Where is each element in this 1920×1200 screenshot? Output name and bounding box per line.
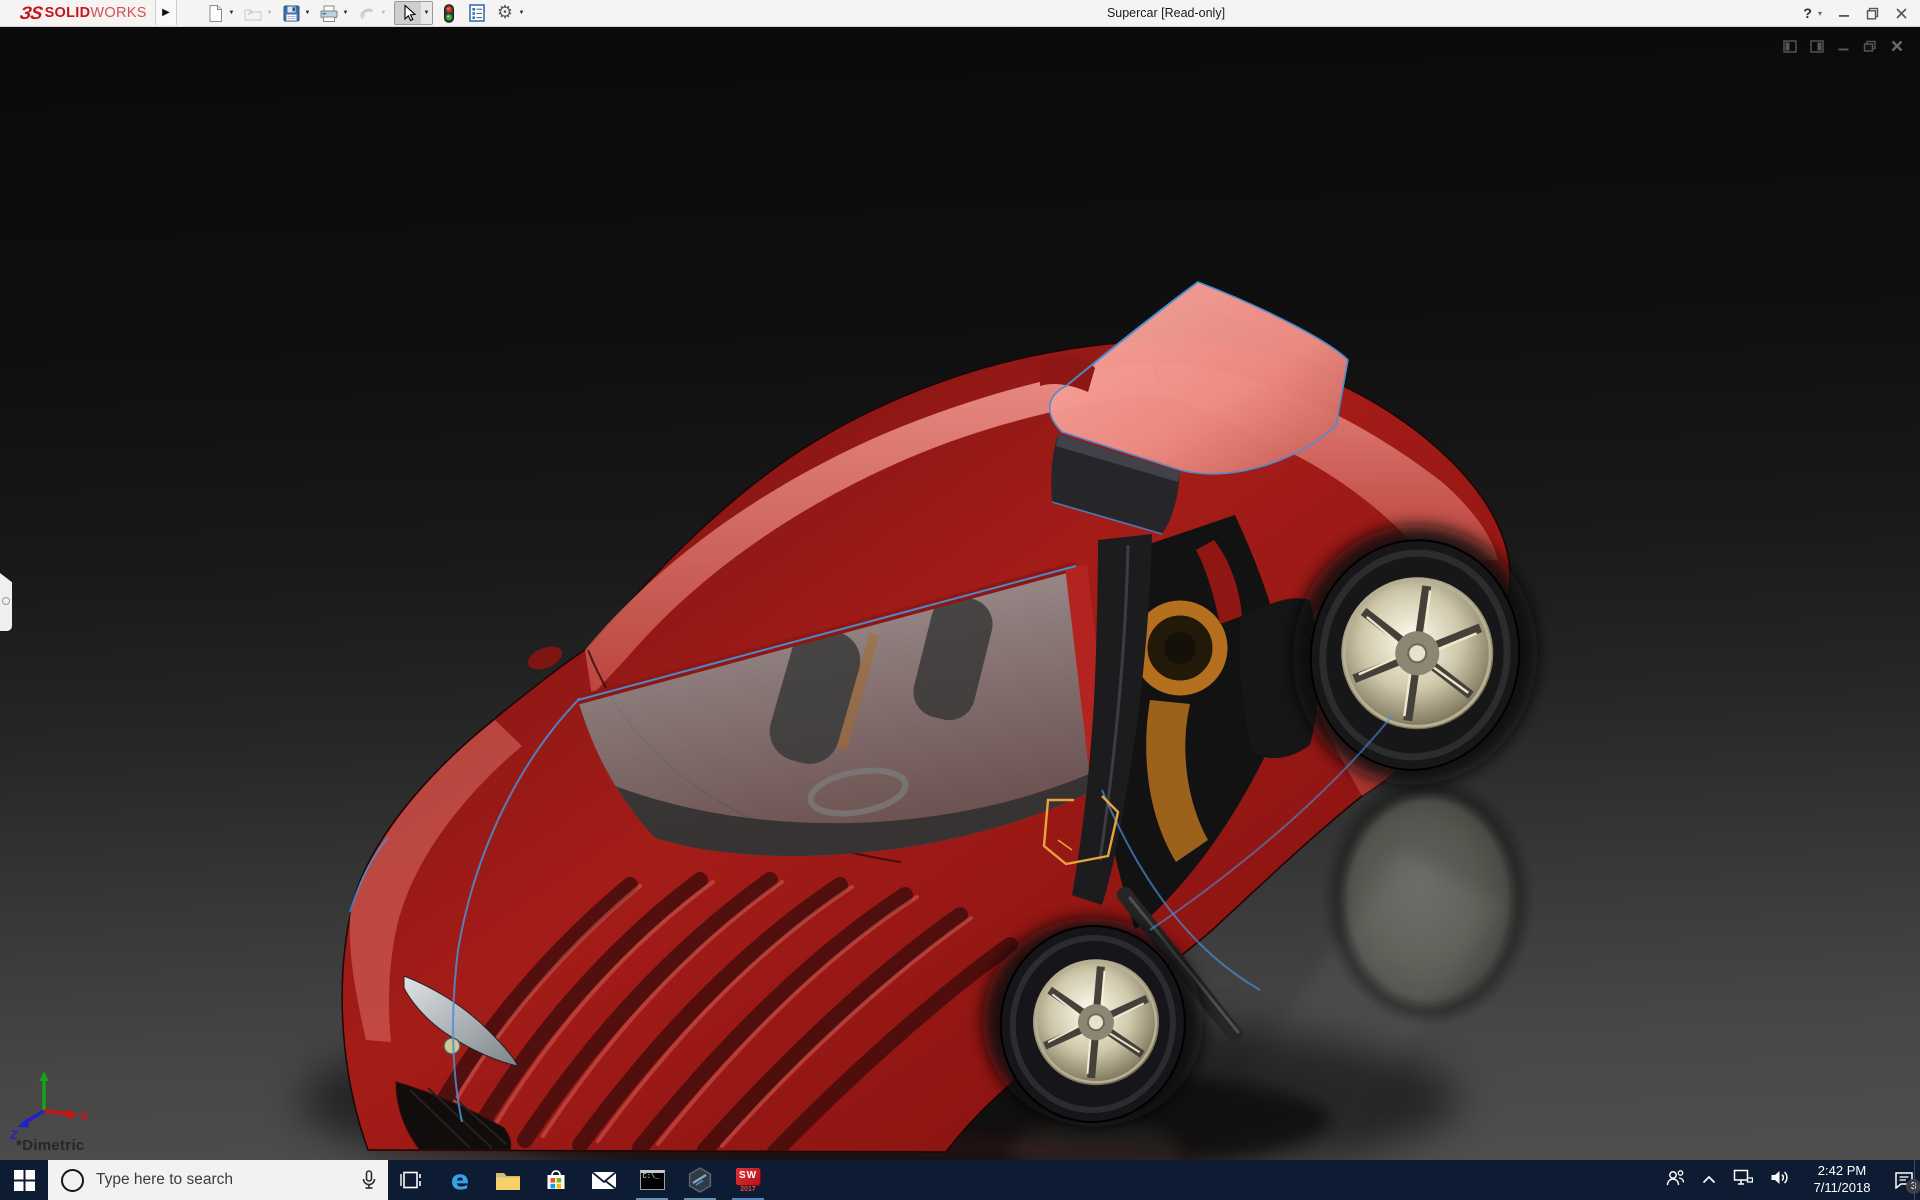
save-button[interactable] [280,2,302,24]
undo-icon [358,5,377,21]
clock-time: 2:42 PM [1807,1163,1877,1180]
select-caret[interactable]: ▼ [421,2,432,24]
solidworks-2017-icon: SW 2017 [736,1168,760,1193]
rebuild-button[interactable] [438,2,460,24]
start-button[interactable] [0,1160,48,1200]
close-document-button[interactable] [1890,39,1904,53]
minimize-document-button[interactable] [1837,40,1850,53]
command-prompt-icon: C:\_ [640,1170,665,1190]
edrawings-button[interactable] [676,1160,724,1200]
system-tray: 2:42 PM 7/11/2018 3 [1665,1160,1914,1200]
minimize-icon [1838,7,1850,19]
restore-button[interactable] [1866,7,1879,20]
select-arrow-icon [400,4,417,22]
document-title: Supercar [Read-only] [1107,0,1225,26]
app-titlebar: ЗS SOLIDWORKS ▶ ▼ ▼ ▼ ▼ ▼ [0,0,1920,27]
flyout-arrow-icon: ▶ [162,7,170,18]
open-icon [244,5,263,22]
options-caret[interactable]: ▼ [516,10,527,16]
mail-button[interactable] [580,1160,628,1200]
quick-access-toolbar: ▼ ▼ ▼ ▼ ▼ ▼ [204,0,532,26]
gear-icon: ⚙ [497,4,513,22]
command-prompt-button[interactable]: C:\_ [628,1160,676,1200]
dassault-logo-icon: ЗS [18,3,43,24]
solidworks-logo: ЗS SOLIDWORKS [20,0,147,26]
file-properties-icon [469,4,485,22]
close-button[interactable] [1895,7,1908,20]
search-placeholder: Type here to search [96,1171,233,1189]
edge-button[interactable]: e [436,1160,484,1200]
new-document-button[interactable] [204,2,226,24]
new-document-icon [207,4,224,23]
options-button[interactable]: ⚙ [494,2,516,24]
mail-icon [591,1171,617,1190]
action-center-icon[interactable]: 3 [1894,1171,1914,1189]
file-properties-button[interactable] [466,2,488,24]
undo-caret[interactable]: ▼ [378,10,389,16]
help-button[interactable]: ? [1803,5,1812,21]
edge-icon: e [451,1167,469,1194]
solidworks-2017-button[interactable]: SW 2017 [724,1160,772,1200]
save-caret[interactable]: ▼ [302,10,313,16]
minimize-button[interactable] [1838,7,1850,19]
print-icon [320,5,338,22]
select-tool-group: ▼ [394,1,433,25]
feature-pane-flyout-tab[interactable] [0,573,12,631]
file-explorer-button[interactable] [484,1160,532,1200]
microphone-icon[interactable] [360,1170,378,1195]
display-pane-left-button[interactable] [1783,40,1797,53]
windows-logo-icon [14,1170,35,1191]
volume-icon[interactable] [1770,1169,1790,1191]
solidworks-window: ЗS SOLIDWORKS ▶ ▼ ▼ ▼ ▼ ▼ [0,0,1920,1200]
show-desktop-button[interactable] [1914,1160,1920,1200]
car-model[interactable] [0,27,1920,1160]
taskbar-apps: e C:\_ SW 2017 [388,1160,772,1200]
store-icon [544,1168,568,1192]
store-button[interactable] [532,1160,580,1200]
restore-document-button[interactable] [1863,40,1877,53]
graphics-viewport[interactable]: X Z *Dimetric [0,27,1920,1160]
view-orientation-label: *Dimetric [16,1137,85,1154]
people-icon[interactable] [1665,1169,1685,1192]
save-icon [283,5,300,22]
edrawings-icon [687,1167,713,1193]
new-caret[interactable]: ▼ [226,10,237,16]
help-caret[interactable]: ▾ [1818,9,1822,18]
restore-icon [1866,7,1879,20]
taskbar-search-input[interactable]: Type here to search [48,1160,388,1200]
triad-x-label: X [79,1109,89,1123]
task-view-button[interactable] [388,1160,436,1200]
display-pane-right-button[interactable] [1810,40,1824,53]
menu-flyout-button[interactable]: ▶ [155,0,177,25]
tray-chevron-icon[interactable] [1702,1171,1716,1189]
print-caret[interactable]: ▼ [340,10,351,16]
file-explorer-icon [495,1170,521,1191]
print-button[interactable] [318,2,340,24]
rebuild-traffic-light-icon [443,4,455,23]
network-icon[interactable] [1733,1169,1753,1191]
taskbar-clock[interactable]: 2:42 PM 7/11/2018 [1807,1163,1877,1197]
undo-button[interactable] [356,2,378,24]
open-caret[interactable]: ▼ [264,10,275,16]
open-button[interactable] [242,2,264,24]
select-tool-button[interactable] [395,2,421,24]
close-icon [1895,7,1908,20]
task-view-icon [400,1170,424,1190]
window-controls: ? ▾ [1803,0,1908,26]
clock-date: 7/11/2018 [1807,1180,1877,1197]
cortana-icon [61,1169,84,1192]
windows-taskbar: Type here to search e C:\_ [0,1160,1920,1200]
document-window-controls [1783,39,1904,53]
pane-pin-icon [2,597,10,605]
